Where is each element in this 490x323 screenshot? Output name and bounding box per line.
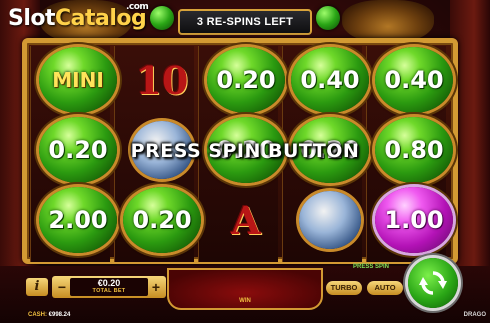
total-bet-label: TOTAL BET (92, 288, 126, 294)
grid-cell: 0.40 (288, 44, 372, 116)
press-spin-message: PRESS SPIN BUTTON (130, 140, 360, 162)
mini-jackpot-ball: MINI (39, 47, 117, 113)
total-bet-display: €0.20 TOTAL BET (70, 278, 148, 296)
bet-decrease-button[interactable]: − (55, 278, 69, 296)
auto-button[interactable]: AUTO (367, 281, 403, 295)
win-display: WIN (167, 268, 323, 310)
grid-cell: A (204, 184, 288, 256)
cash-ball: 2.00 (39, 187, 117, 253)
cash-value: €998.24 (48, 312, 71, 318)
grid-cell: 10 (120, 44, 204, 116)
press-spin-hint: PRESS SPIN (352, 264, 389, 270)
cash-ball: 0.40 (375, 47, 453, 113)
dragon-medallion-icon (299, 191, 361, 249)
watermark-logo: SlotCatalog .com (8, 2, 149, 36)
card-symbol: A (231, 197, 261, 243)
grid-cell (288, 184, 372, 256)
grid-cell: 0.20 (120, 184, 204, 256)
jade-orb-icon (316, 6, 340, 30)
cash-balance: CASH: €998.24 (28, 312, 70, 318)
jade-orb-icon (150, 6, 174, 30)
grid-cell: 0.40 (372, 44, 456, 116)
grid-cell: 0.20 (204, 44, 288, 116)
grid-cell: 1.00 (372, 184, 456, 256)
total-bet-value: €0.20 (97, 278, 121, 288)
cash-ball: 1.00 (375, 187, 453, 253)
spin-button[interactable] (408, 258, 458, 308)
logo-slot-text: Slot (8, 6, 56, 31)
turbo-button[interactable]: TURBO (326, 281, 362, 295)
win-label: WIN (239, 298, 251, 304)
respins-counter: 3 RE-SPINS LEFT (178, 9, 312, 35)
cash-ball: 0.40 (291, 47, 369, 113)
bet-selector: − €0.20 TOTAL BET + (52, 276, 166, 298)
grid-cell: MINI (36, 44, 120, 116)
cash-ball: 0.20 (123, 187, 201, 253)
cash-label: CASH: (28, 312, 47, 318)
info-button[interactable]: i (26, 278, 48, 296)
game-stage: SlotCatalog .com 3 RE-SPINS LEFT MINI 10 0… (0, 0, 490, 323)
logo-com-text: .com (126, 2, 149, 12)
bet-increase-button[interactable]: + (149, 278, 163, 296)
card-symbol: 10 (135, 57, 189, 103)
refresh-arrows-icon (419, 271, 447, 295)
grid-cell: 2.00 (36, 184, 120, 256)
cash-ball: 0.20 (207, 47, 285, 113)
game-brand-text: DRAGO (463, 312, 486, 318)
